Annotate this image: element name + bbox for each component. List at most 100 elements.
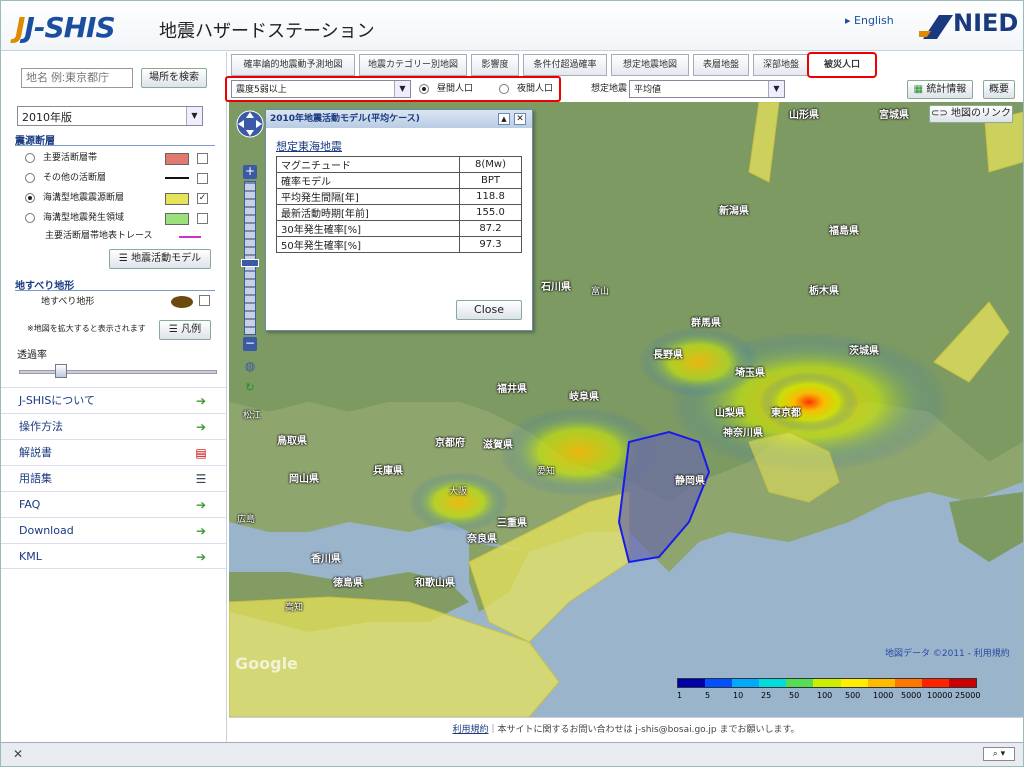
nav-item-about[interactable]: J-SHISについて ➔ <box>1 387 226 413</box>
map-label: 茨城県 <box>849 346 879 357</box>
day-label: 昼間人口 <box>437 84 474 94</box>
tab-bar: 確率論的地震動予測地図 地震カテゴリー別地図 影響度 条件付超過確率 想定地震地… <box>229 52 1023 78</box>
refresh-icon[interactable]: ↻ <box>243 381 257 395</box>
nav-label: Download <box>19 524 74 537</box>
tab-impact[interactable]: 影響度 <box>471 54 519 76</box>
legend-swatch <box>867 679 895 687</box>
tab-category[interactable]: 地震カテゴリー別地図 <box>359 54 467 76</box>
radio-button[interactable] <box>25 173 35 183</box>
fault-swatch-other <box>165 177 189 179</box>
radio-button[interactable] <box>25 213 35 223</box>
pan-arrows-icon <box>236 110 264 138</box>
trace-swatch <box>179 236 201 238</box>
tab-probabilistic[interactable]: 確率論的地震動予測地図 <box>231 54 355 76</box>
search-input[interactable] <box>21 68 133 88</box>
nav-label: KML <box>19 550 42 563</box>
nav-item-manual[interactable]: 解説書 ▤ <box>1 439 226 465</box>
legend-button[interactable]: ☰ 凡例 <box>159 320 211 340</box>
nied-logo[interactable]: NIED <box>919 9 1018 43</box>
legend-swatch <box>759 679 787 687</box>
opacity-track[interactable] <box>19 370 217 374</box>
map-label: 高知 <box>285 603 304 613</box>
logo-text: J-SHIS <box>24 11 115 44</box>
tab-scenario[interactable]: 想定地震地図 <box>611 54 689 76</box>
fault-checkbox-checked[interactable]: ✓ <box>197 193 208 204</box>
fault-layer-label: その他の活断層 <box>43 173 107 183</box>
terms-link[interactable]: 利用規約 <box>452 725 488 735</box>
map-label: 静岡県 <box>675 476 705 487</box>
map-copyright[interactable]: 地図データ ©2011 - 利用規約 <box>885 646 1010 659</box>
landslide-checkbox[interactable] <box>199 295 210 306</box>
globe-icon[interactable]: ◍ <box>243 359 257 373</box>
earthquake-info-popup: 2010年地震活動モデル(平均ケース) ▲ ✕ 想定東海地震 マグニチュード 8(… <box>265 109 533 331</box>
map-label: 奈良県 <box>467 534 497 545</box>
english-link[interactable]: ▸ English <box>845 14 894 27</box>
fault-checkbox[interactable] <box>197 213 208 224</box>
nav-item-howto[interactable]: 操作方法 ➔ <box>1 413 226 439</box>
radio-button-selected[interactable] <box>419 84 429 94</box>
nav-item-glossary[interactable]: 用語集 ☰ <box>1 465 226 491</box>
search-place-button[interactable]: 場所を検索 <box>141 68 207 88</box>
eq-model-button[interactable]: ☰ 地震活動モデル <box>109 249 211 269</box>
landslide-label: 地すべり地形 <box>41 297 95 307</box>
intensity-select[interactable]: 震度5弱以上 ▼ <box>231 80 411 98</box>
pan-control[interactable] <box>235 109 265 139</box>
table-cell-label: 30年発生確率[%] <box>276 220 460 237</box>
zoom-dropdown-icon[interactable]: ⌕ ▾ <box>983 747 1015 761</box>
page-footer: 利用規約｜本サイトに関するお問い合わせは j-shis@bosai.go.jp … <box>229 717 1023 741</box>
nied-mark-icon <box>919 15 953 39</box>
arrow-right-icon: ➔ <box>195 394 207 408</box>
map-label: 栃木県 <box>809 286 839 297</box>
map-label: 徳島県 <box>333 578 363 589</box>
legend-swatch <box>921 679 949 687</box>
nav-label: 操作方法 <box>19 420 63 433</box>
browser-window: JJ-SHIS 地震ハザードステーション ▸ English NIED 場所を検… <box>0 0 1024 767</box>
night-label: 夜間人口 <box>517 84 554 94</box>
radio-button[interactable] <box>499 84 509 94</box>
zoom-out-button[interactable]: − <box>243 337 257 351</box>
zoom-in-button[interactable]: + <box>243 165 257 179</box>
nav-item-download[interactable]: Download ➔ <box>1 517 226 543</box>
list-icon: ☰ <box>118 253 132 264</box>
stats-button[interactable]: ▦ 統計情報 <box>907 80 973 99</box>
close-icon[interactable]: ✕ <box>13 747 23 761</box>
opacity-slider-handle[interactable] <box>55 364 67 378</box>
collapse-icon[interactable]: ▲ <box>498 113 510 125</box>
tab-affected-population[interactable]: 被災人口 <box>807 52 877 78</box>
map-label: 神奈川県 <box>723 428 763 439</box>
jshis-logo[interactable]: JJ-SHIS <box>15 11 116 44</box>
legend-tick: 5 <box>705 691 711 700</box>
legend-tick: 10000 <box>927 691 953 700</box>
quake-name-link[interactable]: 想定東海地震 <box>276 138 342 154</box>
radio-button-selected[interactable] <box>25 193 35 203</box>
tab-deep-ground[interactable]: 深部地盤 <box>753 54 809 76</box>
arrow-right-icon: ➔ <box>195 550 207 564</box>
nav-item-kml[interactable]: KML ➔ <box>1 543 226 569</box>
arrow-right-icon: ➔ <box>195 498 207 512</box>
scenario-select[interactable]: 平均値 ▼ <box>629 80 785 98</box>
map-label: 鳥取県 <box>277 436 307 447</box>
legend-tick: 1 <box>677 691 683 700</box>
zoom-slider-track[interactable] <box>244 181 256 335</box>
contact-text: ｜本サイトに関するお問い合わせは j-shis@bosai.go.jp までお願… <box>488 725 800 735</box>
nav-item-faq[interactable]: FAQ ➔ <box>1 491 226 517</box>
close-button[interactable]: Close <box>456 300 522 320</box>
close-icon[interactable]: ✕ <box>514 113 526 125</box>
zoom-slider-handle[interactable] <box>241 259 259 267</box>
link-icon: ⊂⊃ <box>931 108 951 119</box>
overview-button[interactable]: 概要 <box>983 80 1015 99</box>
map-link-button[interactable]: ⊂⊃ 地図のリンク <box>929 105 1013 123</box>
map-label: 新潟県 <box>719 206 749 217</box>
map-toolbar: 震度5弱以上 ▼ 昼間人口 夜間人口 想定地震 平均値 ▼ ▦ 統計情報 概要 <box>225 76 1023 102</box>
radio-button[interactable] <box>25 153 35 163</box>
tab-surface-ground[interactable]: 表層地盤 <box>693 54 749 76</box>
map-label: 山梨県 <box>715 408 745 419</box>
fault-checkbox[interactable] <box>197 153 208 164</box>
map-label: 三重県 <box>497 518 527 529</box>
pdf-icon: ▤ <box>195 446 207 460</box>
tab-conditional[interactable]: 条件付超過確率 <box>523 54 607 76</box>
legend-color-bar <box>677 678 977 688</box>
legend-label: 凡例 <box>181 324 202 335</box>
version-select[interactable]: 2010年版 ▼ <box>17 106 203 126</box>
fault-checkbox[interactable] <box>197 173 208 184</box>
